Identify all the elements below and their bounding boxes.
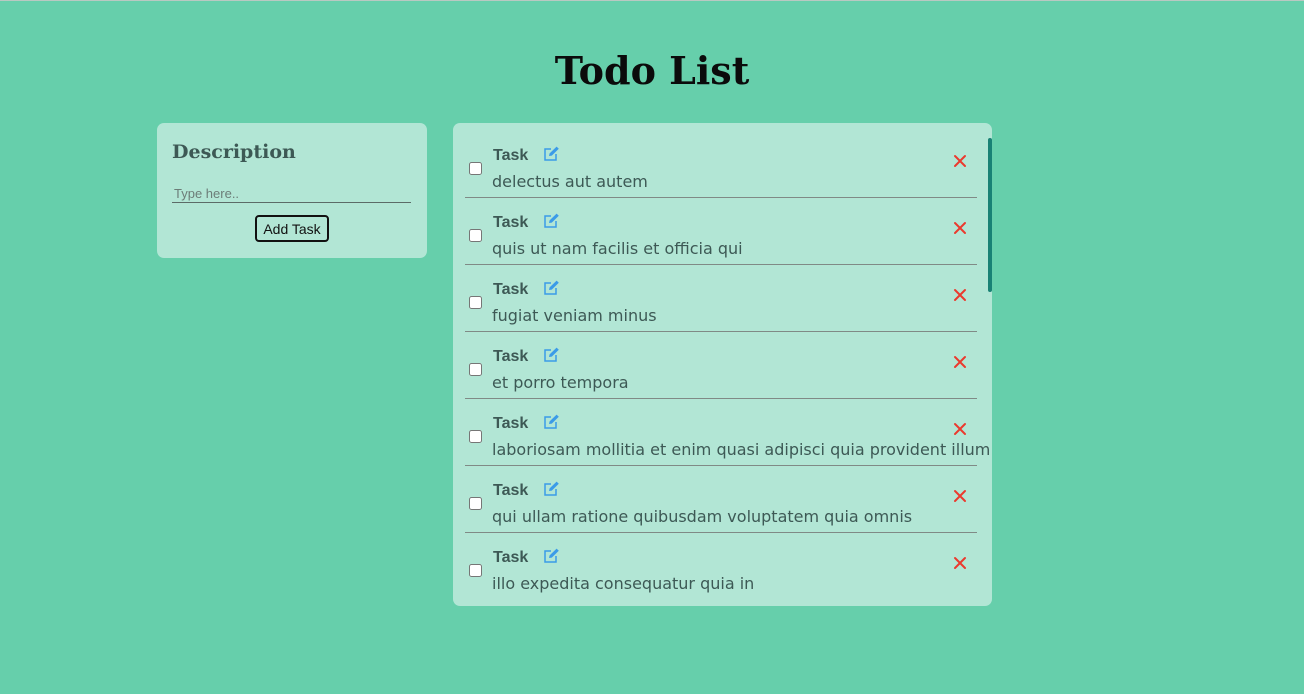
close-icon[interactable] bbox=[953, 556, 967, 570]
task-item: Task et porro tempora bbox=[465, 331, 977, 399]
close-icon[interactable] bbox=[953, 489, 967, 503]
edit-icon[interactable] bbox=[543, 213, 561, 229]
add-task-button[interactable]: Add Task bbox=[255, 215, 329, 242]
description-heading: Description bbox=[172, 141, 296, 163]
close-icon[interactable] bbox=[953, 288, 967, 302]
close-icon[interactable] bbox=[953, 221, 967, 235]
task-description: et porro tempora bbox=[492, 373, 629, 392]
edit-icon[interactable] bbox=[543, 347, 561, 363]
page-title: Todo List bbox=[554, 48, 750, 93]
top-border bbox=[0, 0, 1304, 1]
task-checkbox[interactable] bbox=[469, 296, 482, 309]
close-icon[interactable] bbox=[953, 154, 967, 168]
add-task-form: Description Add Task bbox=[157, 123, 427, 258]
task-checkbox[interactable] bbox=[469, 430, 482, 443]
task-description: delectus aut autem bbox=[492, 172, 648, 191]
task-label: Task bbox=[493, 281, 529, 298]
task-checkbox[interactable] bbox=[469, 497, 482, 510]
task-item: Task fugiat veniam minus bbox=[465, 264, 977, 332]
task-label: Task bbox=[493, 415, 529, 432]
task-item: Task quis ut nam facilis et officia qui bbox=[465, 197, 977, 265]
task-label: Task bbox=[493, 147, 529, 164]
close-icon[interactable] bbox=[953, 355, 967, 369]
edit-icon[interactable] bbox=[543, 548, 561, 564]
task-checkbox[interactable] bbox=[469, 564, 482, 577]
task-item: Task qui ullam ratione quibusdam voluptat… bbox=[465, 465, 977, 533]
task-item: Task laboriosam mollitia et enim quasi ad… bbox=[465, 398, 990, 466]
task-description: quis ut nam facilis et officia qui bbox=[492, 239, 743, 258]
scrollbar-thumb[interactable] bbox=[988, 138, 992, 292]
task-label: Task bbox=[493, 482, 529, 499]
edit-icon[interactable] bbox=[543, 146, 561, 162]
task-label: Task bbox=[493, 348, 529, 365]
edit-icon[interactable] bbox=[543, 414, 561, 430]
description-input[interactable] bbox=[172, 184, 411, 203]
task-checkbox[interactable] bbox=[469, 363, 482, 376]
task-checkbox[interactable] bbox=[469, 162, 482, 175]
edit-icon[interactable] bbox=[543, 481, 561, 497]
task-list[interactable]: Task delectus aut autem Task quis ut nam fa… bbox=[453, 123, 992, 606]
task-description: qui ullam ratione quibusdam voluptatem q… bbox=[492, 507, 913, 526]
task-item: Task illo expedita consequatur quia in bbox=[465, 532, 977, 599]
task-item: Task delectus aut autem bbox=[465, 130, 977, 198]
task-description: illo expedita consequatur quia in bbox=[492, 574, 755, 593]
close-icon[interactable] bbox=[953, 422, 967, 436]
edit-icon[interactable] bbox=[543, 280, 561, 296]
task-checkbox[interactable] bbox=[469, 229, 482, 242]
task-label: Task bbox=[493, 549, 529, 566]
task-label: Task bbox=[493, 214, 529, 231]
task-description: laboriosam mollitia et enim quasi adipis… bbox=[492, 440, 991, 459]
task-description: fugiat veniam minus bbox=[492, 306, 657, 325]
